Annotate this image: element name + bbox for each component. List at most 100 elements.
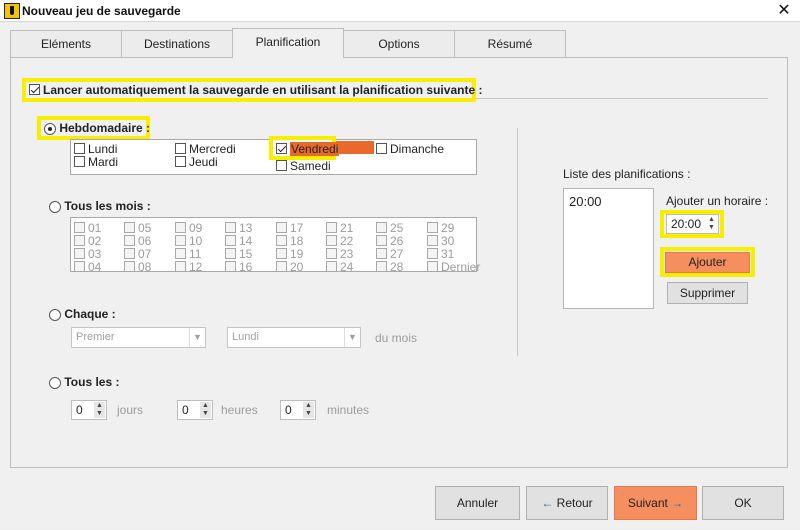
- month-day-checkbox[interactable]: 10: [175, 234, 202, 248]
- month-day-checkbox[interactable]: 05: [124, 221, 151, 235]
- chevron-up-icon[interactable]: ▲: [94, 402, 105, 410]
- month-day-label: 06: [138, 234, 152, 248]
- app-logo-icon: [4, 3, 20, 19]
- days-stepper[interactable]: 0 ▲ ▼: [71, 400, 107, 420]
- month-day-checkbox[interactable]: 16: [225, 260, 252, 274]
- chevron-down-icon[interactable]: ▼: [94, 410, 105, 418]
- selected-day-indicator: [336, 141, 374, 154]
- month-day-label: 26: [390, 234, 404, 248]
- tab-options[interactable]: Options: [343, 30, 455, 57]
- chevron-up-icon[interactable]: ▲: [200, 402, 211, 410]
- time-input[interactable]: 20:00 ▲ ▼: [666, 214, 719, 234]
- day-label: Mardi: [88, 155, 119, 169]
- month-day-checkbox[interactable]: 04: [74, 260, 101, 274]
- tab-planification[interactable]: Planification: [232, 28, 344, 58]
- month-day-label: 02: [88, 234, 102, 248]
- auto-schedule-checkbox[interactable]: Lancer automatiquement la sauvegarde en …: [29, 83, 482, 97]
- weekly-radio[interactable]: Hebdomadaire :: [44, 121, 150, 135]
- month-day-checkbox[interactable]: 14: [225, 234, 252, 248]
- add-button[interactable]: Ajouter: [665, 252, 750, 273]
- month-day-checkbox[interactable]: 17: [276, 221, 303, 235]
- month-day-checkbox[interactable]: 06: [124, 234, 151, 248]
- tab-destinations[interactable]: Destinations: [121, 30, 233, 57]
- radio-icon: [49, 200, 61, 213]
- checkbox-icon: [175, 261, 186, 273]
- day-checkbox-jeudi[interactable]: Jeudi: [175, 155, 218, 169]
- month-day-checkbox[interactable]: 27: [376, 247, 403, 261]
- month-day-checkbox[interactable]: 22: [326, 234, 353, 248]
- month-day-checkbox[interactable]: 09: [175, 221, 202, 235]
- day-checkbox-mercredi[interactable]: Mercredi: [175, 142, 236, 156]
- month-day-checkbox[interactable]: 07: [124, 247, 151, 261]
- month-day-checkbox[interactable]: 12: [175, 260, 202, 274]
- every-radio[interactable]: Tous les :: [49, 375, 119, 389]
- checkbox-icon: [326, 222, 337, 234]
- hours-stepper[interactable]: 0 ▲ ▼: [177, 400, 213, 420]
- day-checkbox-samedi[interactable]: Samedi: [276, 159, 331, 173]
- minutes-stepper[interactable]: 0 ▲ ▼: [280, 400, 316, 420]
- month-day-checkbox[interactable]: 20: [276, 260, 303, 274]
- remove-button[interactable]: Supprimer: [667, 282, 748, 304]
- month-day-label: 09: [189, 221, 203, 235]
- day-checkbox-lundi[interactable]: Lundi: [74, 142, 117, 156]
- each-radio[interactable]: Chaque :: [49, 307, 116, 321]
- chevron-down-icon[interactable]: ▼: [706, 224, 717, 232]
- add-time-label: Ajouter un horaire :: [666, 194, 769, 208]
- month-day-checkbox[interactable]: 29: [427, 221, 454, 235]
- checkbox-icon: [376, 235, 387, 247]
- month-day-checkbox[interactable]: 30: [427, 234, 454, 248]
- ordinal-select[interactable]: Premier ▼: [71, 327, 206, 348]
- schedule-list-item[interactable]: 20:00: [564, 189, 653, 209]
- month-day-checkbox[interactable]: 21: [326, 221, 353, 235]
- chevron-up-icon[interactable]: ▲: [706, 216, 717, 224]
- month-day-label: 19: [290, 247, 304, 261]
- month-day-label: 28: [390, 260, 404, 274]
- checkbox-icon: [74, 143, 85, 155]
- month-day-checkbox[interactable]: 02: [74, 234, 101, 248]
- month-day-checkbox[interactable]: 01: [74, 221, 101, 235]
- checkbox-icon: [427, 261, 438, 273]
- month-day-checkbox[interactable]: 15: [225, 247, 252, 261]
- chevron-down-icon[interactable]: ▼: [200, 410, 211, 418]
- month-day-checkbox[interactable]: 28: [376, 260, 403, 274]
- chevron-down-icon[interactable]: ▼: [303, 410, 314, 418]
- month-day-checkbox[interactable]: 23: [326, 247, 353, 261]
- chevron-up-icon[interactable]: ▲: [303, 402, 314, 410]
- ok-button[interactable]: OK: [702, 486, 784, 520]
- month-day-label: 17: [290, 221, 304, 235]
- month-day-checkbox[interactable]: 13: [225, 221, 252, 235]
- month-day-checkbox[interactable]: 25: [376, 221, 403, 235]
- month-day-label: 18: [290, 234, 304, 248]
- month-day-checkbox[interactable]: 19: [276, 247, 303, 261]
- tab-elements[interactable]: Eléments: [10, 30, 122, 57]
- tab-resume[interactable]: Résumé: [454, 30, 566, 57]
- checkbox-icon: [175, 222, 186, 234]
- back-label: Retour: [556, 496, 593, 510]
- cancel-button[interactable]: Annuler: [435, 486, 520, 520]
- day-checkbox-mardi[interactable]: Mardi: [74, 155, 118, 169]
- day-checkbox-dimanche[interactable]: Dimanche: [376, 142, 444, 156]
- back-button[interactable]: ← Retour: [526, 486, 608, 520]
- month-day-checkbox[interactable]: 03: [74, 247, 101, 261]
- month-day-checkbox[interactable]: 18: [276, 234, 303, 248]
- schedules-list[interactable]: 20:00: [563, 188, 654, 309]
- weekday-select[interactable]: Lundi ▼: [227, 327, 361, 348]
- month-day-label: Dernier: [441, 260, 481, 274]
- checkbox-icon: [225, 222, 236, 234]
- checkbox-icon: [326, 235, 337, 247]
- month-day-checkbox[interactable]: 26: [376, 234, 403, 248]
- day-checkbox-vendredi[interactable]: Vendredi: [276, 142, 340, 156]
- monthly-radio[interactable]: Tous les mois :: [49, 199, 151, 213]
- month-day-checkbox[interactable]: Dernier: [427, 260, 480, 274]
- checkbox-icon: [326, 261, 337, 273]
- radio-icon: [44, 122, 56, 135]
- month-day-label: 22: [340, 234, 354, 248]
- month-day-checkbox[interactable]: 08: [124, 260, 151, 274]
- checkbox-icon: [276, 143, 287, 155]
- close-button[interactable]: ✕: [768, 0, 800, 22]
- month-day-checkbox[interactable]: 24: [326, 260, 353, 274]
- month-day-checkbox[interactable]: 11: [175, 247, 201, 261]
- next-button[interactable]: Suivant →: [614, 486, 697, 520]
- month-day-checkbox[interactable]: 31: [427, 247, 454, 261]
- checkbox-icon: [225, 235, 236, 247]
